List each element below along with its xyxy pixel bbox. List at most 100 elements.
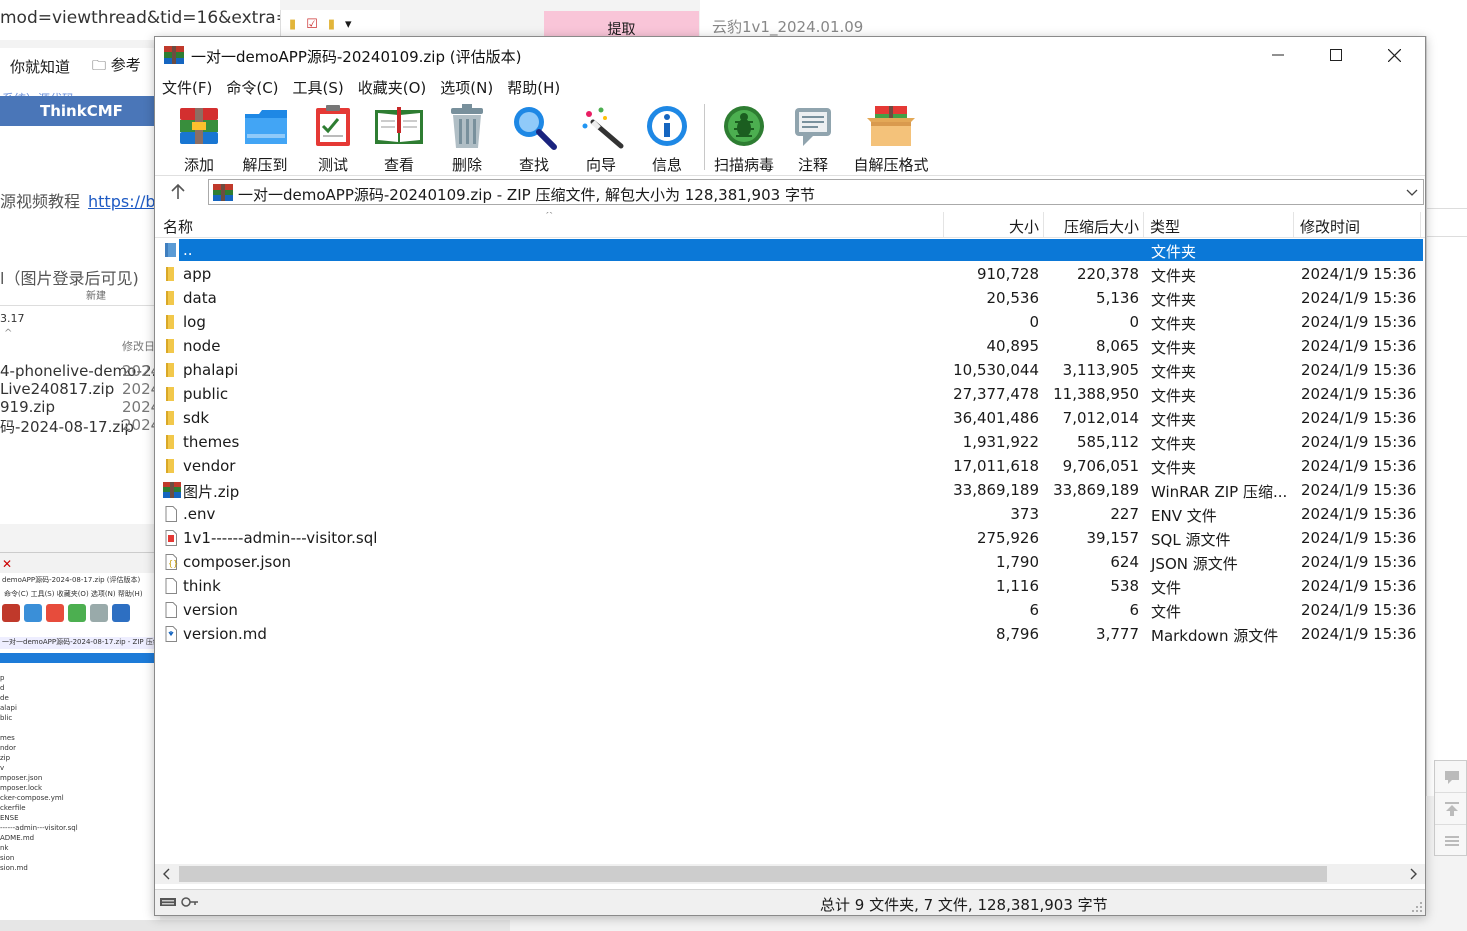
background-text-line: l（图片登录后可见) [0,269,139,288]
file-packed-size: 8,065 [1096,337,1139,355]
status-bar: 总计 9 文件夹, 7 文件, 128,381,903 字节 [155,889,1425,915]
menu-bar: 文件(F) 命令(C) 工具(S) 收藏夹(O) 选项(N) 帮助(H) [155,74,1425,100]
background-right-panel [1426,36,1467,796]
comment-button[interactable]: 注释 [793,104,833,174]
file-row-parent[interactable]: .. 文件夹 [155,238,1425,262]
archive-path-field[interactable]: 一对一demoAPP源码-20240109.zip - ZIP 压缩文件, 解包… [208,179,1424,205]
file-type: JSON 源文件 [1151,555,1238,573]
file-size: 1,790 [996,553,1039,571]
menu-file[interactable]: 文件(F) [161,74,219,100]
file-row-themes[interactable]: themes 1,931,922 585,112 文件夹 2024/1/9 15:36 [155,430,1425,454]
bug-scan-icon [724,106,764,146]
file-size: 33,869,189 [953,481,1039,499]
folder-icon[interactable]: ▮ [289,17,296,32]
up-one-level-button[interactable] [167,181,189,203]
bookmark-item[interactable]: 你就知道 [10,56,70,77]
file-modified: 2024/1/9 15:36 [1301,577,1417,595]
comment-button[interactable] [1435,761,1466,793]
file-row-version-md[interactable]: version.md 8,796 3,777 Markdown 源文件 2024/1/9… [155,622,1425,646]
file-row-think[interactable]: think 1,116 538 文件 2024/1/9 15:36 [155,574,1425,598]
file-size: 275,926 [976,529,1039,547]
file-row-phalapi[interactable]: phalapi 10,530,044 3,113,905 文件夹 2024/1/9 15… [155,358,1425,382]
file-name: phalapi [183,361,239,379]
file-row-log[interactable]: log 0 0 文件夹 2024/1/9 15:36 [155,310,1425,334]
scrollbar-thumb[interactable] [179,866,1327,882]
file-modified: 2024/1/9 15:36 [1301,433,1417,451]
file-modified: 2024/1/9 15:36 [1301,265,1417,283]
file-packed-size: 227 [1110,505,1139,523]
extract-to-button[interactable]: 解压到 [242,104,288,174]
file-row-vendor[interactable]: vendor 17,011,618 9,706,051 文件夹 2024/1/9 15:… [155,454,1425,478]
menu-commands[interactable]: 命令(C) [225,74,285,100]
column-packed-size[interactable]: 压缩后大小 [1044,212,1144,238]
back-to-top-button[interactable] [1435,793,1466,825]
arrow-up-icon [171,183,185,199]
wizard-button[interactable]: 向导 [579,104,624,174]
chevron-down-icon[interactable] [1405,185,1419,199]
resize-grip-icon[interactable] [1411,901,1423,913]
virus-scan-button[interactable]: 扫描病毒 [714,104,774,174]
file-row-zip[interactable]: 图片.zip 33,869,189 33,869,189 WinRAR ZIP 压缩.… [155,478,1425,502]
file-name: log [183,313,206,331]
maximize-button[interactable] [1307,37,1365,73]
file-modified: 2024/1/9 15:36 [1301,601,1417,619]
column-size[interactable]: 大小 [944,212,1044,238]
dropdown-icon[interactable]: ▾ [345,17,352,32]
info-button[interactable]: 信息 [645,104,689,174]
file-row-composer-json[interactable]: {} composer.json 1,790 624 JSON 源文件 2024/1/9 … [155,550,1425,574]
file-row-env[interactable]: .env 373 227 ENV 文件 2024/1/9 15:36 [155,502,1425,526]
checkbox-icon[interactable]: ☑ [306,17,318,32]
file-size: 910,728 [976,265,1039,283]
file-packed-size: 5,136 [1096,289,1139,307]
file-packed-size: 33,869,189 [1053,481,1139,499]
menu-options[interactable]: 选项(N) [439,74,500,100]
background-new-folder-label: 新建 [86,291,106,302]
test-button[interactable]: 测试 [313,104,353,174]
key-icon[interactable] [181,895,199,909]
keyboard-icon[interactable] [159,895,177,909]
file-row-sdk[interactable]: sdk 36,401,486 7,012,014 文件夹 2024/1/9 15:36 [155,406,1425,430]
minimize-button[interactable] [1249,37,1307,73]
file-packed-size: 11,388,950 [1053,385,1139,403]
file-row-1v1-admin-visitor-sql[interactable]: 1v1------admin---visitor.sql 275,926 39,15… [155,526,1425,550]
file-modified: 2024/1/9 15:36 [1301,313,1417,331]
background-explorer-list: 3.17 ^ 修改日 4-phonelive-demo-2... 2024/ Li… [0,305,166,520]
menu-help[interactable]: 帮助(H) [506,74,567,100]
column-type[interactable]: 类型 [1144,212,1294,238]
delete-button[interactable]: 删除 [447,104,487,174]
bookmark-folder[interactable]: 🗀 参考 [92,54,141,79]
file-row-app[interactable]: app 910,728 220,378 文件夹 2024/1/9 15:36 [155,262,1425,286]
title-bar[interactable]: 一对一demoAPP源码-20240109.zip (评估版本) [155,37,1425,73]
file-row-public[interactable]: public 27,377,478 11,388,950 文件夹 2024/1/9 15… [155,382,1425,406]
find-button[interactable]: 查找 [511,104,557,174]
file-type: Markdown 源文件 [1151,627,1279,645]
file-packed-size: 9,706,051 [1062,457,1139,475]
column-name[interactable]: 名称 ^ [155,212,944,238]
folder-icon[interactable]: ▮ [328,17,335,32]
sfx-button[interactable]: 自解压格式 [853,104,929,174]
horizontal-scrollbar[interactable] [155,864,1425,884]
browser-url-bar[interactable]: mod=viewthread&tid=16&extra= [0,0,280,40]
winrar-archive-icon [163,482,181,498]
add-button[interactable]: 添加 [177,104,221,174]
up-folder-icon [163,242,179,258]
menu-favorites[interactable]: 收藏夹(O) [357,74,434,100]
test-checklist-icon [316,105,350,146]
file-packed-size: 624 [1110,553,1139,571]
chevron-right-icon[interactable] [1407,867,1419,881]
file-row-data[interactable]: data 20,536 5,136 文件夹 2024/1/9 15:36 [155,286,1425,310]
folder-icon [163,266,179,282]
file-packed-size: 220,378 [1076,265,1139,283]
file-row-node[interactable]: node 40,895 8,065 文件夹 2024/1/9 15:36 [155,334,1425,358]
menu-tools[interactable]: 工具(S) [292,74,351,100]
chevron-left-icon[interactable] [161,867,173,881]
file-name: version.md [183,625,267,643]
file-modified: 2024/1/9 15:36 [1301,409,1417,427]
file-type: 文件夹 [1151,363,1197,381]
menu-button[interactable] [1435,825,1466,857]
column-modified[interactable]: 修改时间 [1294,212,1421,238]
view-button[interactable]: 查看 [373,104,425,174]
explorer-extract-tab[interactable]: 提取 [544,11,699,39]
file-row-version[interactable]: version 6 6 文件 2024/1/9 15:36 [155,598,1425,622]
close-button[interactable] [1365,37,1423,73]
